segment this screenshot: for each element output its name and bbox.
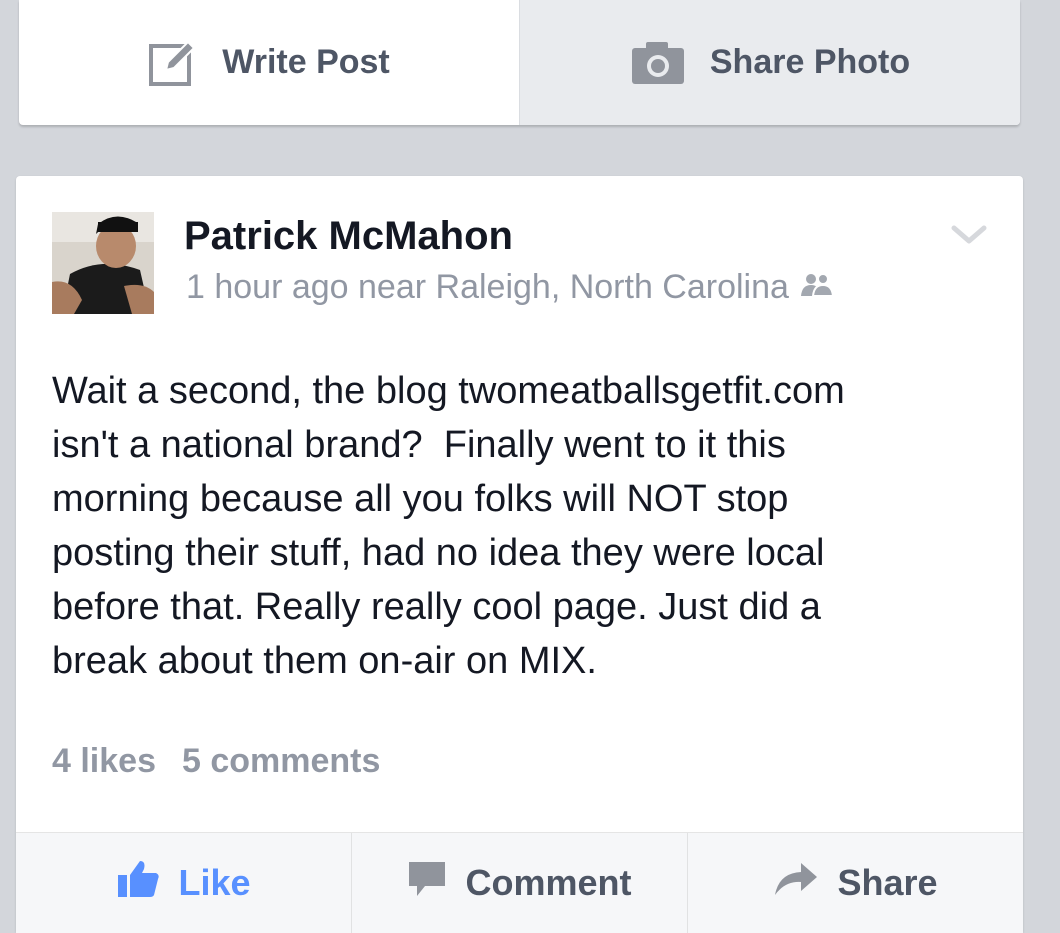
write-post-button[interactable]: Write Post [19, 0, 519, 125]
share-photo-button[interactable]: Share Photo [519, 0, 1020, 125]
comment-bubble-icon [407, 860, 447, 907]
post-stats: 4 likes 5 comments [52, 742, 380, 781]
post-actions: Like Comment Share [16, 832, 1023, 933]
write-post-label: Write Post [222, 43, 390, 81]
post-meta: 1 hour ago near Raleigh, North Carolina [186, 268, 835, 307]
author-name[interactable]: Patrick McMahon [184, 214, 513, 259]
likes-count[interactable]: 4 likes [52, 742, 156, 781]
post-text: Wait a second, the blog twomeatballsgetf… [52, 370, 845, 682]
chevron-down-icon[interactable] [951, 224, 987, 246]
camera-icon [630, 40, 686, 86]
friends-icon [799, 268, 835, 307]
share-button[interactable]: Share [687, 833, 1023, 933]
comments-count[interactable]: 5 comments [182, 742, 380, 781]
feed-post: Patrick McMahon 1 hour ago near Raleigh,… [16, 176, 1023, 933]
thumbs-up-icon [116, 859, 160, 908]
post-meta-text[interactable]: 1 hour ago near Raleigh, North Carolina [186, 268, 789, 307]
like-button[interactable]: Like [16, 833, 351, 933]
share-arrow-icon [773, 861, 819, 906]
composer-bar: Write Post Share Photo [19, 0, 1020, 125]
pencil-icon [148, 38, 198, 88]
share-label: Share [837, 862, 938, 903]
share-photo-label: Share Photo [709, 43, 911, 81]
avatar[interactable] [52, 212, 154, 314]
comment-label: Comment [465, 862, 632, 903]
like-label: Like [178, 862, 251, 903]
comment-button[interactable]: Comment [351, 833, 687, 933]
